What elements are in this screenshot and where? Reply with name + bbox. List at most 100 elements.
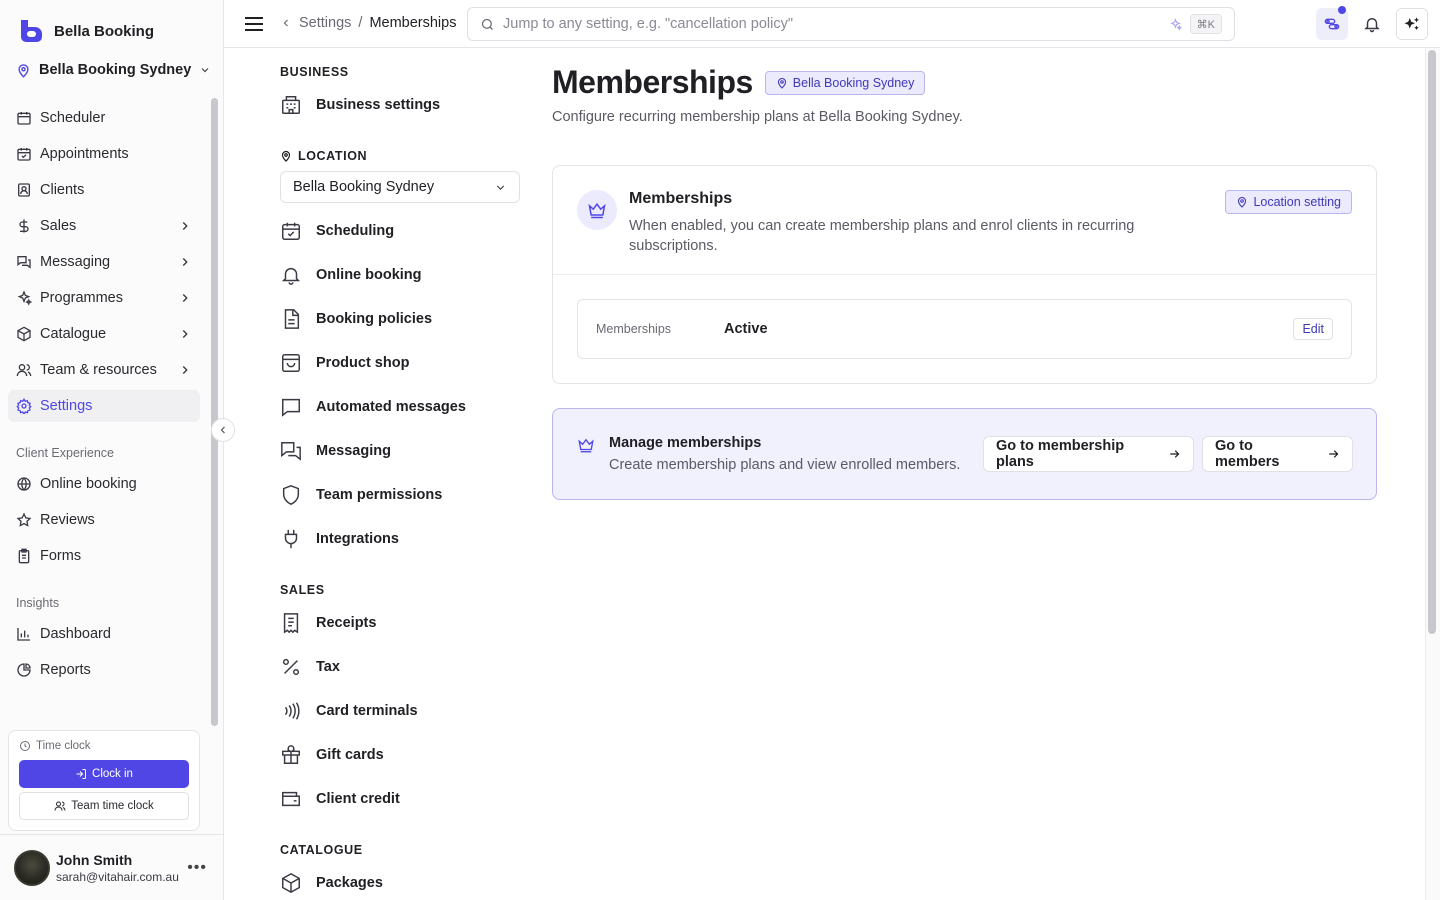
brand[interactable]: Bella Booking xyxy=(18,18,154,44)
settings-item-packages[interactable]: Packages xyxy=(280,861,520,900)
settings-search[interactable]: ⌘K xyxy=(467,7,1235,41)
menu-icon[interactable] xyxy=(244,14,264,34)
breadcrumb: Settings / Memberships xyxy=(280,15,456,31)
location-setting-chip: Location setting xyxy=(1225,190,1352,214)
edit-button[interactable]: Edit xyxy=(1293,318,1333,340)
shopping-bag-icon xyxy=(282,354,300,372)
sidebar-item-catalogue[interactable]: Catalogue xyxy=(8,318,200,350)
collapse-sidebar-button[interactable] xyxy=(211,418,235,442)
settings-item-booking-policies[interactable]: Booking policies xyxy=(280,297,520,341)
sidebar-item-online-booking[interactable]: Online booking xyxy=(8,468,200,500)
chevron-down-icon xyxy=(201,68,209,73)
sidebar-item-programmes[interactable]: Programmes xyxy=(8,282,200,314)
sidebar-item-scheduler[interactable]: Scheduler xyxy=(8,102,200,134)
sidebar-item-team-resources[interactable]: Team & resources xyxy=(8,354,200,386)
user-profile[interactable]: John Smith sarah@vitahair.com.au ••• xyxy=(0,834,223,900)
notifications-button[interactable] xyxy=(1356,8,1388,40)
location-selector[interactable]: Bella Booking Sydney xyxy=(16,62,211,78)
settings-item-label: Integrations xyxy=(316,531,399,547)
message-square-icon xyxy=(282,398,300,417)
breadcrumb-settings-link[interactable]: Settings xyxy=(299,15,351,31)
sidebar-item-label: Settings xyxy=(40,398,93,414)
settings-item-messaging[interactable]: Messaging xyxy=(280,429,520,473)
toggles-icon xyxy=(1324,18,1340,30)
sparkle-icon xyxy=(1169,17,1182,31)
pie-chart-icon xyxy=(17,663,31,677)
settings-item-receipts[interactable]: Receipts xyxy=(280,601,520,645)
sidebar-item-clients[interactable]: Clients xyxy=(8,174,200,206)
map-pin-icon xyxy=(18,63,29,78)
chevron-left-icon xyxy=(220,426,225,434)
settings-section-location: LOCATION xyxy=(280,149,520,163)
user-name: John Smith xyxy=(56,851,133,868)
clock-in-button[interactable]: Clock in xyxy=(19,760,189,788)
settings-item-scheduling[interactable]: Scheduling xyxy=(280,209,520,253)
manage-title: Manage memberships xyxy=(609,435,762,451)
sidebar-item-label: Scheduler xyxy=(40,110,106,126)
more-options-icon[interactable]: ••• xyxy=(187,859,207,877)
settings-item-label: Packages xyxy=(316,875,383,891)
sidebar-item-dashboard[interactable]: Dashboard xyxy=(8,618,200,650)
go-to-membership-plans-button[interactable]: Go to membership plans xyxy=(983,436,1194,472)
settings-item-business-settings[interactable]: Business settings xyxy=(280,83,520,127)
sidebar-item-messaging[interactable]: Messaging xyxy=(8,246,200,278)
card-header: Memberships When enabled, you can create… xyxy=(553,166,1376,275)
chevron-right-icon xyxy=(182,366,188,374)
ai-assistant-button[interactable] xyxy=(1396,8,1428,40)
sparkles-icon xyxy=(17,290,32,306)
settings-item-automated-messages[interactable]: Automated messages xyxy=(280,385,520,429)
sidebar-item-label: Reports xyxy=(40,662,91,678)
avatar xyxy=(14,849,50,886)
settings-item-gift-cards[interactable]: Gift cards xyxy=(280,733,520,777)
sidebar-item-reports[interactable]: Reports xyxy=(8,654,200,686)
receipt-icon xyxy=(283,613,299,634)
brand-logo-icon xyxy=(21,20,42,42)
location-chip: Bella Booking Sydney xyxy=(764,70,926,95)
sidebar-item-label: Catalogue xyxy=(40,326,107,342)
settings-item-online-booking[interactable]: Online booking xyxy=(280,253,520,297)
sidebar-item-forms[interactable]: Forms xyxy=(8,540,200,572)
manage-memberships-panel: Manage memberships Create membership pla… xyxy=(552,408,1377,500)
notification-dot xyxy=(1338,6,1346,14)
settings-item-label: Tax xyxy=(316,659,340,675)
crown-icon xyxy=(578,438,594,453)
package-icon xyxy=(282,872,300,894)
chevron-left-icon[interactable] xyxy=(280,17,292,29)
settings-item-label: Client credit xyxy=(316,791,400,807)
users-icon xyxy=(54,801,66,811)
clock-in-label: Clock in xyxy=(92,768,133,780)
sidebar-item-reviews[interactable]: Reviews xyxy=(8,504,200,536)
team-time-clock-button[interactable]: Team time clock xyxy=(19,792,189,820)
go-to-members-button[interactable]: Go to members xyxy=(1202,436,1353,472)
memberships-status-row: Memberships Active Edit xyxy=(577,299,1352,359)
sidebar-item-label: Sales xyxy=(40,218,77,234)
toggles-button[interactable] xyxy=(1316,6,1348,40)
sparkles-icon xyxy=(1404,17,1420,30)
sidebar-item-appointments[interactable]: Appointments xyxy=(8,138,200,170)
chat-bubbles-icon xyxy=(17,256,31,269)
map-pin-icon xyxy=(281,150,291,162)
chat-bubbles-icon xyxy=(281,442,301,461)
breadcrumb-current: Memberships xyxy=(369,15,457,31)
page-subtitle: Configure recurring membership plans at … xyxy=(552,109,963,125)
sidebar-item-label: Clients xyxy=(40,182,85,198)
settings-item-card-terminals[interactable]: Card terminals xyxy=(280,689,520,733)
settings-section-business: BUSINESS xyxy=(280,65,349,79)
location-select[interactable]: Bella Booking Sydney xyxy=(280,171,520,203)
settings-item-integrations[interactable]: Integrations xyxy=(280,517,520,561)
settings-item-label: Team permissions xyxy=(316,487,443,503)
search-input[interactable] xyxy=(503,16,1169,32)
sidebar-item-settings[interactable]: Settings xyxy=(8,390,200,422)
sidebar-item-sales[interactable]: Sales xyxy=(8,210,200,242)
crown-icon xyxy=(577,190,617,230)
settings-item-team-permissions[interactable]: Team permissions xyxy=(280,473,520,517)
settings-item-product-shop[interactable]: Product shop xyxy=(280,341,520,385)
settings-item-label: Gift cards xyxy=(316,747,384,763)
settings-item-tax[interactable]: Tax xyxy=(280,645,520,689)
settings-nav: BUSINESS Business settings LOCATION Bell… xyxy=(280,48,520,900)
sidebar-scrollbar[interactable] xyxy=(211,98,218,726)
team-time-clock-label: Team time clock xyxy=(71,800,154,812)
page-scrollbar[interactable] xyxy=(1428,50,1436,634)
settings-item-client-credit[interactable]: Client credit xyxy=(280,777,520,821)
chevron-right-icon xyxy=(182,294,188,302)
